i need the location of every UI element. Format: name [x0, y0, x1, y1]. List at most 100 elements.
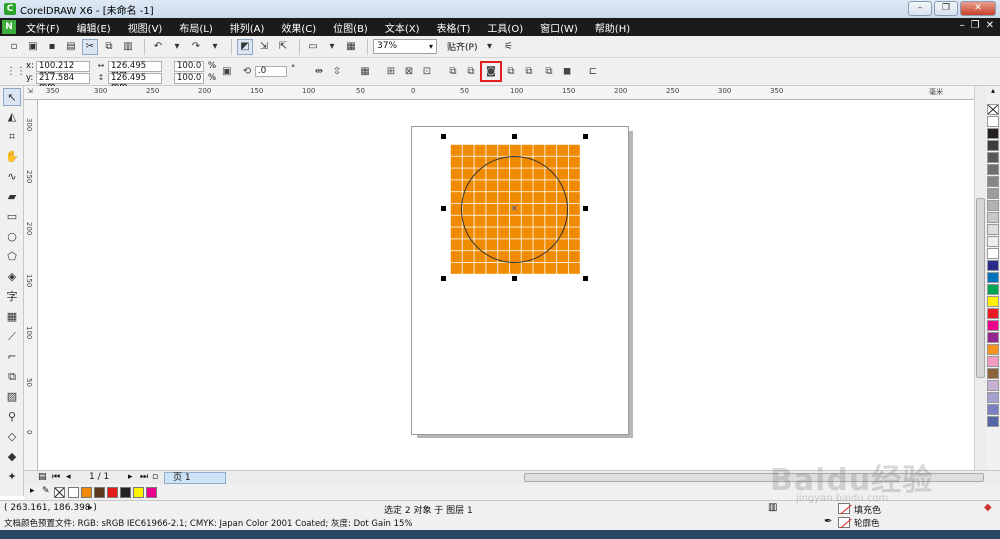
import-icon[interactable]: ⇲: [256, 39, 272, 55]
palette-swatch[interactable]: [987, 188, 999, 199]
vertical-ruler[interactable]: 300 250 200 150 100 50 0: [24, 100, 38, 470]
paste-icon[interactable]: ▥: [120, 39, 136, 55]
palette-swatch[interactable]: [987, 224, 999, 235]
selection-handle-bm[interactable]: [512, 276, 517, 281]
ungroup-icon[interactable]: ⊞: [384, 65, 398, 79]
selection-handle-tr[interactable]: [583, 134, 588, 139]
connector-tool-icon[interactable]: ⌐: [3, 348, 21, 366]
user-icon[interactable]: ◆: [984, 502, 992, 513]
palette-swatch[interactable]: [987, 152, 999, 163]
palette-swatch[interactable]: [987, 140, 999, 151]
open-folder-icon[interactable]: ▣: [25, 39, 41, 55]
menu-effects[interactable]: 效果(C): [281, 20, 316, 35]
save-icon[interactable]: ▪: [44, 39, 60, 55]
selection-handle-ml[interactable]: [441, 206, 446, 211]
last-page-icon[interactable]: ⏭: [140, 472, 148, 482]
back-minus-front-icon[interactable]: ⧉: [542, 65, 556, 79]
palette-swatch[interactable]: [987, 404, 999, 415]
palette-swatch[interactable]: [987, 236, 999, 247]
doc-close-icon[interactable]: ✕: [986, 20, 994, 31]
print-icon[interactable]: ▤: [63, 39, 79, 55]
selection-handle-mr[interactable]: [583, 206, 588, 211]
polygon-tool-icon[interactable]: ⬠: [3, 248, 21, 266]
mirror-horizontal-icon[interactable]: ⇹: [312, 65, 326, 79]
palette-swatch[interactable]: [987, 212, 999, 223]
object-origin-icon[interactable]: ⋮⋮: [6, 65, 26, 79]
page-options-icon[interactable]: ▤: [38, 472, 47, 482]
palette-swatch[interactable]: [987, 344, 999, 355]
scale-height-input[interactable]: 100.0: [174, 73, 204, 84]
prev-page-icon[interactable]: ◂: [66, 472, 71, 482]
publish-dropdown-icon[interactable]: ▾: [324, 39, 340, 55]
palette-swatch[interactable]: [987, 248, 999, 259]
doc-palette-swatch[interactable]: [133, 487, 144, 498]
table-tool-icon[interactable]: ▦: [3, 308, 21, 326]
transparency-tool-icon[interactable]: ▨: [3, 388, 21, 406]
undo-dropdown-icon[interactable]: ▾: [169, 39, 185, 55]
close-button[interactable]: ✕: [960, 1, 996, 16]
selection-handle-tl[interactable]: [441, 134, 446, 139]
color-profile-info[interactable]: 文档颜色预置文件: RGB: sRGB IEC61966-2.1; CMYK: …: [4, 517, 413, 529]
blend-tool-icon[interactable]: ⧉: [3, 368, 21, 386]
snap-to-dropdown[interactable]: 贴齐(P): [447, 40, 477, 53]
new-document-icon[interactable]: ▫: [6, 39, 22, 55]
trim-icon[interactable]: ⧉: [464, 65, 478, 79]
add-page-icon[interactable]: ▫: [152, 472, 158, 482]
maximize-button[interactable]: ❐: [934, 1, 958, 16]
vertical-scroll-thumb[interactable]: [976, 198, 985, 378]
first-page-icon[interactable]: ⏮: [52, 472, 60, 482]
menu-window[interactable]: 窗口(W): [540, 20, 578, 35]
dimension-tool-icon[interactable]: ⟋: [3, 328, 21, 346]
lock-ratio-icon[interactable]: ▣: [220, 65, 234, 79]
palette-scroll-up-icon[interactable]: ▴: [986, 86, 1000, 104]
rotation-center-icon[interactable]: ✕: [511, 205, 518, 213]
doc-palette-swatch[interactable]: [146, 487, 157, 498]
rotation-angle-input[interactable]: .0: [255, 66, 287, 77]
redo-icon[interactable]: ↷: [188, 39, 204, 55]
align-distribute-icon[interactable]: ⊏: [586, 65, 600, 79]
snap-dropdown-icon[interactable]: ▾: [481, 39, 497, 55]
menu-help[interactable]: 帮助(H): [595, 20, 630, 35]
palette-swatch[interactable]: [987, 176, 999, 187]
doc-palette-swatch[interactable]: [94, 487, 105, 498]
palette-play-icon[interactable]: ▸: [30, 486, 35, 496]
palette-swatch[interactable]: [987, 200, 999, 211]
status-expand-icon[interactable]: ▸: [88, 503, 93, 513]
undo-icon[interactable]: ↶: [150, 39, 166, 55]
doc-palette-swatch[interactable]: [120, 487, 131, 498]
copy-icon[interactable]: ⧉: [101, 39, 117, 55]
menu-arrange[interactable]: 排列(A): [230, 20, 265, 35]
ellipse-tool-icon[interactable]: ○: [3, 228, 21, 246]
doc-palette-swatch[interactable]: [68, 487, 79, 498]
menu-file[interactable]: 文件(F): [26, 20, 60, 35]
basic-shapes-tool-icon[interactable]: ◈: [3, 268, 21, 286]
palette-swatch[interactable]: [987, 308, 999, 319]
pick-tool-icon[interactable]: ↖: [3, 88, 21, 106]
zoom-level-select[interactable]: 37%: [373, 39, 437, 54]
next-page-icon[interactable]: ▸: [128, 472, 133, 482]
palette-swatch[interactable]: [987, 368, 999, 379]
group-icon[interactable]: ▦: [358, 65, 372, 79]
height-input[interactable]: 126.495 mm: [108, 73, 162, 92]
width-input[interactable]: 126.495 mm: [108, 61, 162, 80]
simplify-icon[interactable]: ⧉: [504, 65, 518, 79]
minimize-button[interactable]: –: [908, 1, 932, 16]
menu-layout[interactable]: 布局(L): [179, 20, 212, 35]
eyedropper-icon[interactable]: ✎: [42, 486, 50, 496]
weld-icon[interactable]: ⧉: [446, 65, 460, 79]
doc-restore-icon[interactable]: ❐: [971, 20, 980, 31]
create-boundary-icon[interactable]: ◼: [560, 65, 574, 79]
publish-pdf-icon[interactable]: ▭: [305, 39, 321, 55]
palette-swatch[interactable]: [987, 380, 999, 391]
shape-tool-icon[interactable]: ◭: [3, 108, 21, 126]
scale-width-input[interactable]: 100.0: [174, 61, 204, 72]
rectangle-tool-icon[interactable]: ▭: [3, 208, 21, 226]
selection-handle-tm[interactable]: [512, 134, 517, 139]
doc-palette-swatch[interactable]: [107, 487, 118, 498]
menu-view[interactable]: 视图(V): [128, 20, 163, 35]
selection-handle-br[interactable]: [583, 276, 588, 281]
menu-tools[interactable]: 工具(O): [487, 20, 523, 35]
doc-no-color-swatch[interactable]: [54, 487, 65, 498]
freehand-tool-icon[interactable]: ∿: [3, 168, 21, 186]
y-position-input[interactable]: 217.584 mm: [36, 73, 90, 92]
